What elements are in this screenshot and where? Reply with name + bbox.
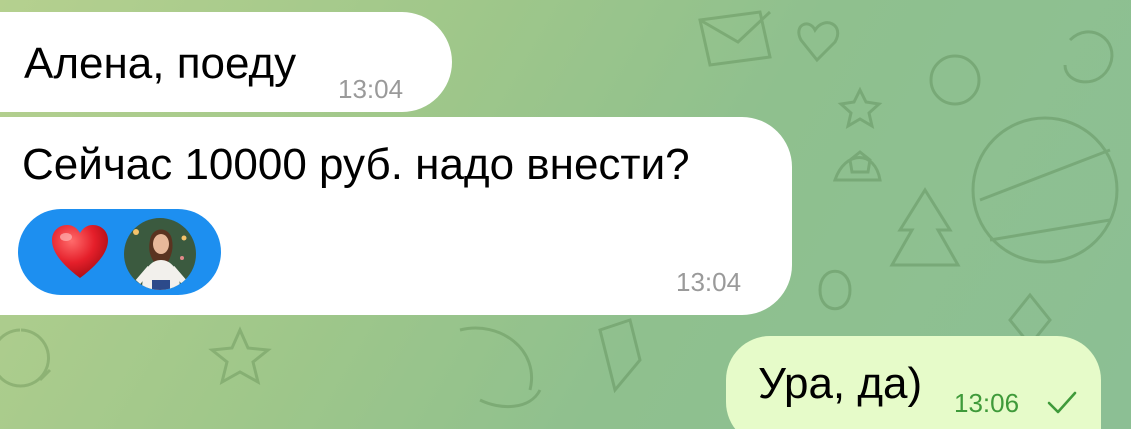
message-time: 13:04 [338,74,404,104]
message-text: Сейчас 10000 руб. надо внести? [22,140,690,189]
avatar-image [124,218,196,290]
message-bubble-outgoing[interactable]: Ура, да) 13:06 [726,336,1101,429]
avatar[interactable] [122,216,198,292]
message-time: 13:06 [954,388,1020,418]
message-time: 13:04 [676,267,742,297]
check-icon [1047,391,1077,414]
reaction-pill[interactable] [18,209,221,295]
message-bubble-incoming[interactable]: Алена, поеду 13:04 [0,12,452,112]
message-bubble-incoming[interactable]: Сейчас 10000 руб. надо внести? 13:04 [0,117,792,315]
message-text: Ура, да) [758,359,923,408]
message-text: Алена, поеду [24,39,297,88]
heart-icon [52,225,108,278]
